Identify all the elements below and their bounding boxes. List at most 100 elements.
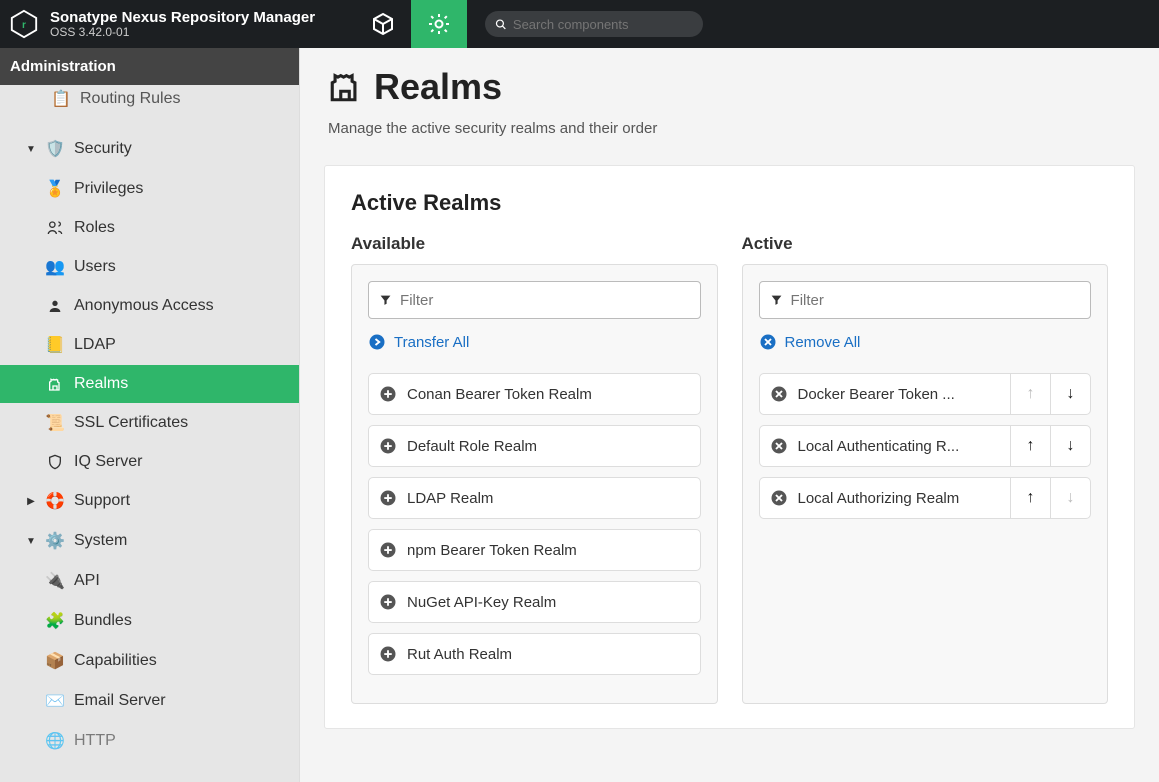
castle-icon [328,70,362,104]
user-group-icon: 👥 [46,257,64,277]
available-list: Conan Bearer Token Realm Default Role Rea… [368,373,701,675]
sidebar-item-iq-server[interactable]: IQ Server [0,443,299,481]
sidebar-item-label: Routing Rules [80,90,181,108]
admin-mode-button[interactable] [411,0,467,48]
search-input[interactable] [513,17,693,32]
sidebar-item-label: Roles [74,219,115,237]
sidebar-nav: 📋 Routing Rules ▼ 🛡️ Security 🏅 Privileg… [0,85,299,782]
active-label: Active [742,234,1109,254]
available-realm-row[interactable]: npm Bearer Token Realm [368,529,701,571]
sidebar-item-label: Privileges [74,180,143,198]
sidebar-item-email[interactable]: ✉️ Email Server [0,681,299,721]
move-up-button[interactable]: ↑ [1010,477,1050,519]
sidebar-item-roles[interactable]: Roles [0,209,299,247]
sidebar-item-label: Realms [74,375,128,393]
sidebar-item-label: Anonymous Access [74,297,214,315]
remove-all-button[interactable]: Remove All [759,333,1092,351]
active-realm-label: Local Authenticating R... [760,437,1011,455]
transfer-all-label: Transfer All [394,334,469,351]
caret-right-icon: ▶ [26,496,36,507]
available-realm-label: Default Role Realm [369,437,700,455]
available-realm-label: Rut Auth Realm [369,645,700,663]
sidebar-item-realms[interactable]: Realms [0,365,299,403]
available-filter[interactable] [368,281,701,319]
envelope-icon: ✉️ [46,691,64,711]
users-icon [46,220,64,236]
available-filter-input[interactable] [400,292,689,309]
available-realm-row[interactable]: Conan Bearer Token Realm [368,373,701,415]
sidebar-item-label: HTTP [74,732,116,750]
move-up-button: ↑ [1010,373,1050,415]
sidebar-item-anonymous[interactable]: Anonymous Access [0,287,299,325]
active-realm-label: Docker Bearer Token ... [760,385,1011,403]
move-down-button[interactable]: ↓ [1050,373,1090,415]
x-circle-icon [770,489,788,507]
realms-card: Active Realms Available Transfer All [324,165,1135,729]
sidebar-item-ssl[interactable]: 📜 SSL Certificates [0,403,299,443]
sidebar-item-routing-rules[interactable]: 📋 Routing Rules [0,85,299,119]
brand-version: OSS 3.42.0-01 [50,25,315,39]
browse-mode-button[interactable] [355,0,411,48]
sidebar-item-users[interactable]: 👥 Users [0,247,299,287]
sidebar-item-label: Security [74,140,132,158]
sidebar-item-label: SSL Certificates [74,414,188,432]
svg-text:r: r [22,20,26,31]
sidebar-section-security[interactable]: ▼ 🛡️ Security [0,129,299,169]
active-realm-label: Local Authorizing Realm [760,489,1011,507]
move-down-button[interactable]: ↓ [1050,425,1090,467]
sidebar-section-support[interactable]: ▶ 🛟 Support [0,481,299,521]
sidebar-item-api[interactable]: 🔌 API [0,561,299,601]
sidebar-item-label: LDAP [74,336,116,354]
x-circle-icon [770,385,788,403]
available-realm-label: NuGet API-Key Realm [369,593,700,611]
active-panel: Remove All Docker Bearer Token ...↑↓Loca… [742,264,1109,704]
hexagon-logo-icon: r [9,9,39,39]
page-title: Realms [374,66,502,108]
card-title: Active Realms [351,190,1108,216]
page-subtitle: Manage the active security realms and th… [328,120,1131,137]
available-realm-row[interactable]: NuGet API-Key Realm [368,581,701,623]
search-box[interactable] [485,11,703,37]
move-up-button[interactable]: ↑ [1010,425,1050,467]
available-realm-row[interactable]: LDAP Realm [368,477,701,519]
globe-icon: 🌐 [46,731,64,751]
castle-icon [46,376,64,392]
active-realm-row[interactable]: Local Authorizing Realm↑↓ [759,477,1092,519]
sidebar: Administration 📋 Routing Rules ▼ 🛡️ Secu… [0,48,300,782]
funnel-icon [770,293,783,307]
sidebar-item-http[interactable]: 🌐 HTTP [0,721,299,761]
caret-down-icon: ▼ [26,144,36,155]
transfer-all-button[interactable]: Transfer All [368,333,701,351]
sidebar-item-label: Email Server [74,692,166,710]
routing-icon: 📋 [52,89,70,109]
available-label: Available [351,234,718,254]
sidebar-item-label: Capabilities [74,652,157,670]
sidebar-item-ldap[interactable]: 📒 LDAP [0,325,299,365]
move-down-button: ↓ [1050,477,1090,519]
active-realm-row[interactable]: Docker Bearer Token ...↑↓ [759,373,1092,415]
sidebar-item-label: Users [74,258,116,276]
book-icon: 📒 [46,335,64,355]
plus-circle-icon [379,593,397,611]
active-realm-row[interactable]: Local Authenticating R...↑↓ [759,425,1092,467]
gear-icon [427,12,451,36]
brand-logo: r [8,8,40,40]
plus-circle-icon [379,437,397,455]
page-header: Realms Manage the active security realms… [300,48,1159,147]
brand-title: Sonatype Nexus Repository Manager [50,9,315,26]
sidebar-item-capabilities[interactable]: 📦 Capabilities [0,641,299,681]
caret-down-icon: ▼ [26,536,36,547]
active-filter[interactable] [759,281,1092,319]
sidebar-section-system[interactable]: ▼ ⚙️ System [0,521,299,561]
active-column: Active Remove All Docker Bearer Token ..… [742,234,1109,704]
sidebar-item-privileges[interactable]: 🏅 Privileges [0,169,299,209]
available-realm-label: LDAP Realm [369,489,700,507]
plus-circle-icon [379,385,397,403]
search-icon [495,18,507,31]
available-realm-row[interactable]: Rut Auth Realm [368,633,701,675]
available-realm-row[interactable]: Default Role Realm [368,425,701,467]
badge-icon: 🏅 [46,179,64,199]
plus-circle-icon [379,489,397,507]
sidebar-item-bundles[interactable]: 🧩 Bundles [0,601,299,641]
active-filter-input[interactable] [791,292,1080,309]
